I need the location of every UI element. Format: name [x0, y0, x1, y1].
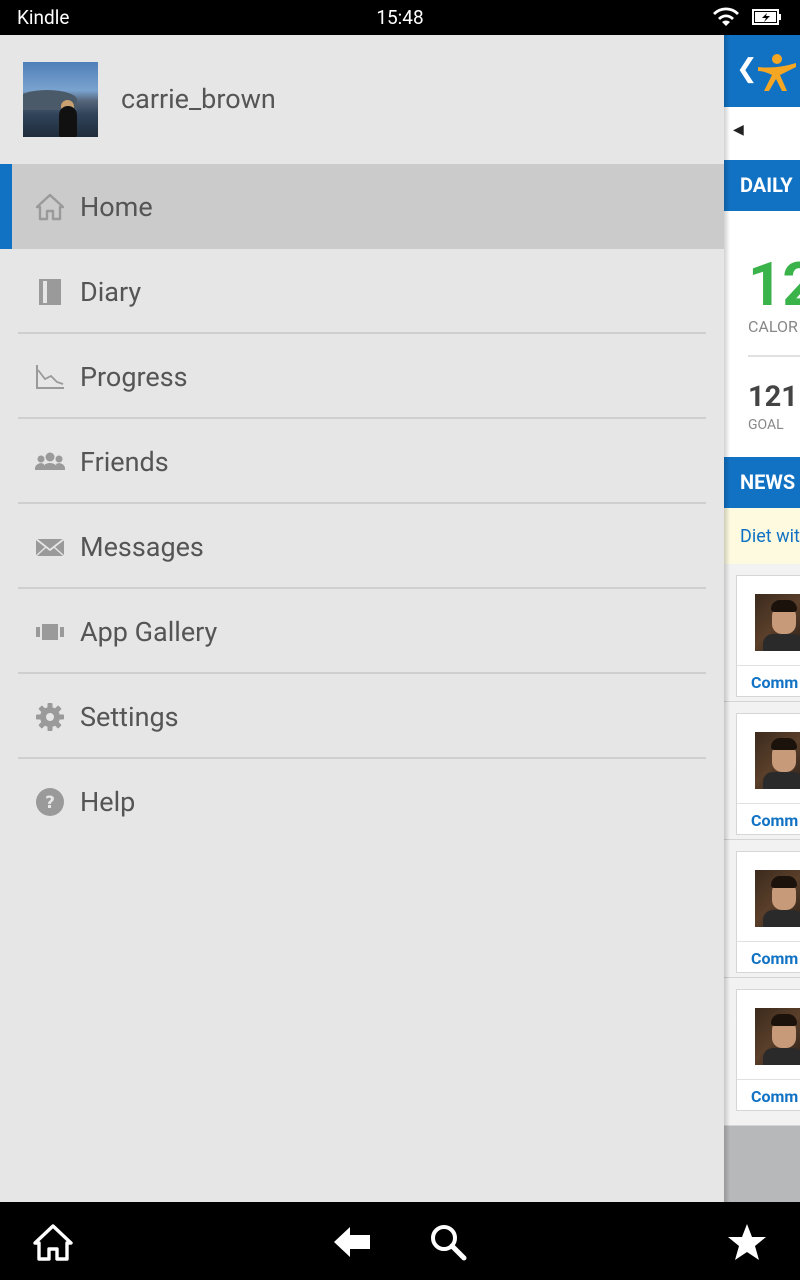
help-icon: ? [36, 788, 64, 816]
menu-label-messages: Messages [80, 531, 204, 563]
background-page: ❮ ◀ DAILY 12 CALOR 121 GOAL NEWS Diet wi… [724, 35, 800, 1202]
news-author-avatar [755, 1008, 800, 1065]
goal-label: GOAL [748, 417, 784, 433]
menu-item-diary[interactable]: Diary [0, 249, 724, 334]
comment-link[interactable]: Comm [751, 811, 798, 830]
news-card[interactable]: Comm [736, 575, 800, 697]
menu-label-friends: Friends [80, 446, 169, 478]
menu-item-progress[interactable]: Progress [0, 334, 724, 419]
system-nav-bar [0, 1202, 800, 1280]
tip-banner[interactable]: Diet wit [724, 508, 800, 564]
home-icon[interactable] [33, 1222, 73, 1262]
svg-text:?: ? [45, 793, 55, 813]
menu-item-messages[interactable]: Messages [0, 504, 724, 589]
newsfeed-header: NEWS [724, 457, 800, 508]
menu-label-diary: Diary [80, 276, 142, 308]
menu-label-settings: Settings [80, 701, 179, 733]
comment-link[interactable]: Comm [751, 1087, 798, 1106]
menu-item-app-gallery[interactable]: App Gallery [0, 589, 724, 674]
star-icon[interactable] [727, 1222, 767, 1262]
app-logo-icon[interactable] [754, 49, 800, 95]
calories-label: CALOR [748, 317, 798, 336]
menu-item-help[interactable]: ? Help [0, 759, 724, 844]
daily-summary-header: DAILY [724, 160, 800, 211]
profile-header[interactable]: carrie_brown [0, 35, 724, 163]
news-author-avatar [755, 870, 800, 927]
navigation-drawer: carrie_brown Home Diary Progress Friends… [0, 35, 724, 1202]
progress-chart-icon [36, 365, 64, 389]
app-bar: ❮ [724, 35, 800, 107]
status-bar: Kindle 15:48 [0, 0, 800, 35]
menu-item-friends[interactable]: Friends [0, 419, 724, 504]
comment-link[interactable]: Comm [751, 673, 798, 692]
user-avatar[interactable] [23, 62, 98, 137]
gear-icon [36, 703, 64, 731]
news-author-avatar [755, 594, 800, 651]
search-icon[interactable] [428, 1222, 468, 1262]
daily-summary-card[interactable]: 12 CALOR 121 GOAL [724, 211, 800, 457]
menu-label-progress: Progress [80, 361, 188, 393]
page-footer-area [724, 1126, 800, 1202]
news-item: Comm [724, 840, 800, 978]
menu-label-app-gallery: App Gallery [80, 616, 218, 648]
divider [748, 355, 800, 357]
home-icon [35, 193, 65, 221]
friends-icon [35, 452, 65, 470]
calories-remaining-value: 12 [748, 249, 800, 320]
drawer-shadow [724, 35, 730, 1202]
news-item: Comm [724, 564, 800, 702]
menu-item-settings[interactable]: Settings [0, 674, 724, 759]
menu-label-help: Help [80, 786, 136, 818]
envelope-icon [35, 538, 65, 557]
comment-link[interactable]: Comm [751, 949, 798, 968]
diary-icon [39, 279, 61, 305]
menu-label-home: Home [80, 191, 153, 223]
active-indicator [0, 164, 12, 249]
previous-day-button[interactable]: ◀ [733, 122, 744, 138]
username: carrie_brown [121, 83, 276, 115]
back-arrow-icon[interactable] [332, 1222, 372, 1262]
news-card[interactable]: Comm [736, 851, 800, 973]
battery-charging-icon [752, 9, 781, 25]
date-navigation: ◀ [724, 107, 800, 160]
menu-item-home[interactable]: Home [0, 164, 724, 249]
app-gallery-icon [36, 624, 64, 640]
goal-value: 121 [748, 380, 798, 414]
wifi-icon [713, 7, 739, 26]
news-card[interactable]: Comm [736, 989, 800, 1111]
news-author-avatar [755, 732, 800, 789]
drawer-menu: Home Diary Progress Friends Messages App… [0, 164, 724, 844]
clock: 15:48 [376, 6, 424, 29]
news-item: Comm [724, 702, 800, 840]
news-item: Comm [724, 978, 800, 1126]
news-card[interactable]: Comm [736, 713, 800, 835]
